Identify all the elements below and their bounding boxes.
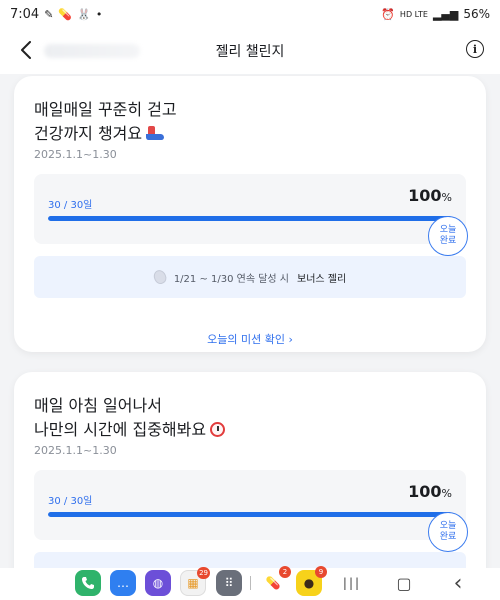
challenge-card: 매일매일 꾸준히 걷고 건강까지 챙겨요 2025.1.1~1.30 30 / … — [14, 76, 486, 352]
grid-dots-icon: ⠿ — [224, 576, 234, 590]
progress-percent-unit: % — [441, 487, 452, 500]
navigation-bar: … ◍ ▦ 29 ⠿ 💊 2 ● 9 ||| ▢ ‹ — [0, 566, 500, 600]
messages-app-icon[interactable]: … — [110, 570, 136, 596]
home-button[interactable]: ▢ — [394, 572, 414, 594]
phone-glyph-icon — [82, 577, 94, 589]
recents-button[interactable]: ||| — [342, 572, 362, 594]
battery-percent: 56% — [463, 7, 490, 21]
done-badge-line1: 오늘 — [439, 521, 457, 531]
page-title: 젤리 챌린지 — [215, 44, 285, 60]
status-right: ⏰ HD LTE ▂▄▆ 56% — [381, 7, 490, 21]
challenge-title-line2: 나만의 시간에 집중해봐요 — [34, 420, 207, 439]
today-done-badge: 오늘 완료 — [428, 216, 468, 256]
capsule-icon: 💊 — [265, 576, 281, 590]
progress-percent: 100% — [408, 186, 452, 205]
challenge-period: 2025.1.1~1.30 — [34, 444, 117, 457]
challenge-period: 2025.1.1~1.30 — [34, 148, 117, 161]
progress-count: 30 / 30일 — [48, 496, 93, 507]
progress-track — [48, 512, 452, 517]
challenge-card: 매일 아침 일어나서 나만의 시간에 집중해봐요 2025.1.1~1.30 3… — [14, 372, 486, 568]
progress-fill — [48, 216, 452, 221]
apps-grid-icon[interactable]: ⠿ — [216, 570, 242, 596]
message-bubble-icon: … — [117, 576, 129, 590]
planet-icon: ◍ — [152, 576, 164, 590]
home-icon: ▢ — [396, 573, 412, 593]
progress-percent-value: 100 — [408, 186, 442, 205]
challenge-title-line2-wrap: 나만의 시간에 집중해봐요 — [34, 418, 226, 442]
bonus-banner: 1/21 ~ 1/30 연속 달성 시 보너스 젤리 — [34, 256, 466, 298]
notification-badge: 9 — [315, 566, 327, 578]
challenge-title-line1: 매일 아침 일어나서 — [34, 396, 162, 415]
internet-app-icon[interactable]: ◍ — [145, 570, 171, 596]
dot-icon: • — [95, 7, 103, 21]
dock-divider — [250, 576, 251, 590]
app-header: 젤리 챌린지 i — [0, 28, 500, 74]
challenge-title-line1: 매일매일 꾸준히 걷고 — [34, 100, 177, 119]
info-icon: i — [472, 42, 478, 56]
progress-percent-unit: % — [441, 191, 452, 204]
progress-box: 30 / 30일 100% 오늘 완료 — [34, 470, 468, 552]
done-badge-line2: 완료 — [439, 532, 457, 542]
notification-badge: 2 — [279, 566, 291, 578]
info-button[interactable]: i — [466, 40, 484, 58]
status-left: 7:04 ✎ 💊 🐰 • — [10, 7, 102, 22]
progress-percent: 100% — [408, 482, 452, 501]
phone-app-icon[interactable] — [75, 570, 101, 596]
recents-icon: ||| — [342, 576, 362, 590]
challenge-title-line2-wrap: 건강까지 챙겨요 — [34, 122, 177, 146]
running-shoe-icon — [146, 126, 165, 140]
chevron-left-icon — [21, 41, 31, 59]
progress-fill — [48, 512, 452, 517]
alarm-status-icon: ⏰ — [381, 7, 395, 21]
done-badge-line1: 오늘 — [439, 225, 457, 235]
system-back-button[interactable]: ‹ — [448, 570, 468, 596]
back-arrow-icon: ‹ — [453, 570, 463, 596]
pen-icon: ✎ — [44, 7, 54, 21]
bonus-text: 1/21 ~ 1/30 연속 달성 시 — [173, 273, 289, 285]
challenge-title: 매일매일 꾸준히 걷고 건강까지 챙겨요 — [34, 98, 177, 146]
jelly-icon — [151, 268, 169, 286]
progress-count: 30 / 30일 — [48, 200, 93, 211]
games-folder-icon[interactable]: ▦ 29 — [180, 567, 210, 596]
bonus-reward: 보너스 젤리 — [297, 273, 347, 285]
challenge-title: 매일 아침 일어나서 나만의 시간에 집중해봐요 — [34, 394, 226, 442]
alarm-clock-icon — [210, 422, 226, 437]
status-bar: 7:04 ✎ 💊 🐰 • ⏰ HD LTE ▂▄▆ 56% — [0, 0, 500, 28]
progress-box: 30 / 30일 100% 오늘 완료 — [34, 174, 468, 256]
pill-app-icon[interactable]: 💊 2 — [260, 566, 291, 596]
challenge-title-line2: 건강까지 챙겨요 — [34, 124, 143, 143]
chat-bubble-icon: ● — [303, 576, 315, 590]
progress-track — [48, 216, 452, 221]
status-time: 7:04 — [10, 6, 40, 22]
today-mission-link[interactable]: 오늘의 미션 확인 › — [14, 331, 486, 347]
done-badge-line2: 완료 — [439, 236, 457, 246]
signal-icon: ▂▄▆ — [432, 7, 459, 21]
progress-percent-value: 100 — [408, 482, 442, 501]
today-done-badge: 오늘 완료 — [428, 512, 468, 552]
challenge-list[interactable]: 매일매일 꾸준히 걷고 건강까지 챙겨요 2025.1.1~1.30 30 / … — [0, 74, 500, 568]
notification-badge: 29 — [197, 567, 210, 579]
back-button[interactable] — [14, 36, 38, 64]
folder-grid-icon: ▦ — [187, 576, 199, 590]
blurred-label — [44, 44, 140, 58]
rabbit-icon: 🐰 — [77, 7, 91, 21]
bonus-banner — [34, 552, 466, 568]
kakaotalk-app-icon[interactable]: ● 9 — [296, 566, 327, 596]
network-label: HD LTE — [399, 9, 428, 19]
pill-icon: 💊 — [58, 7, 73, 21]
